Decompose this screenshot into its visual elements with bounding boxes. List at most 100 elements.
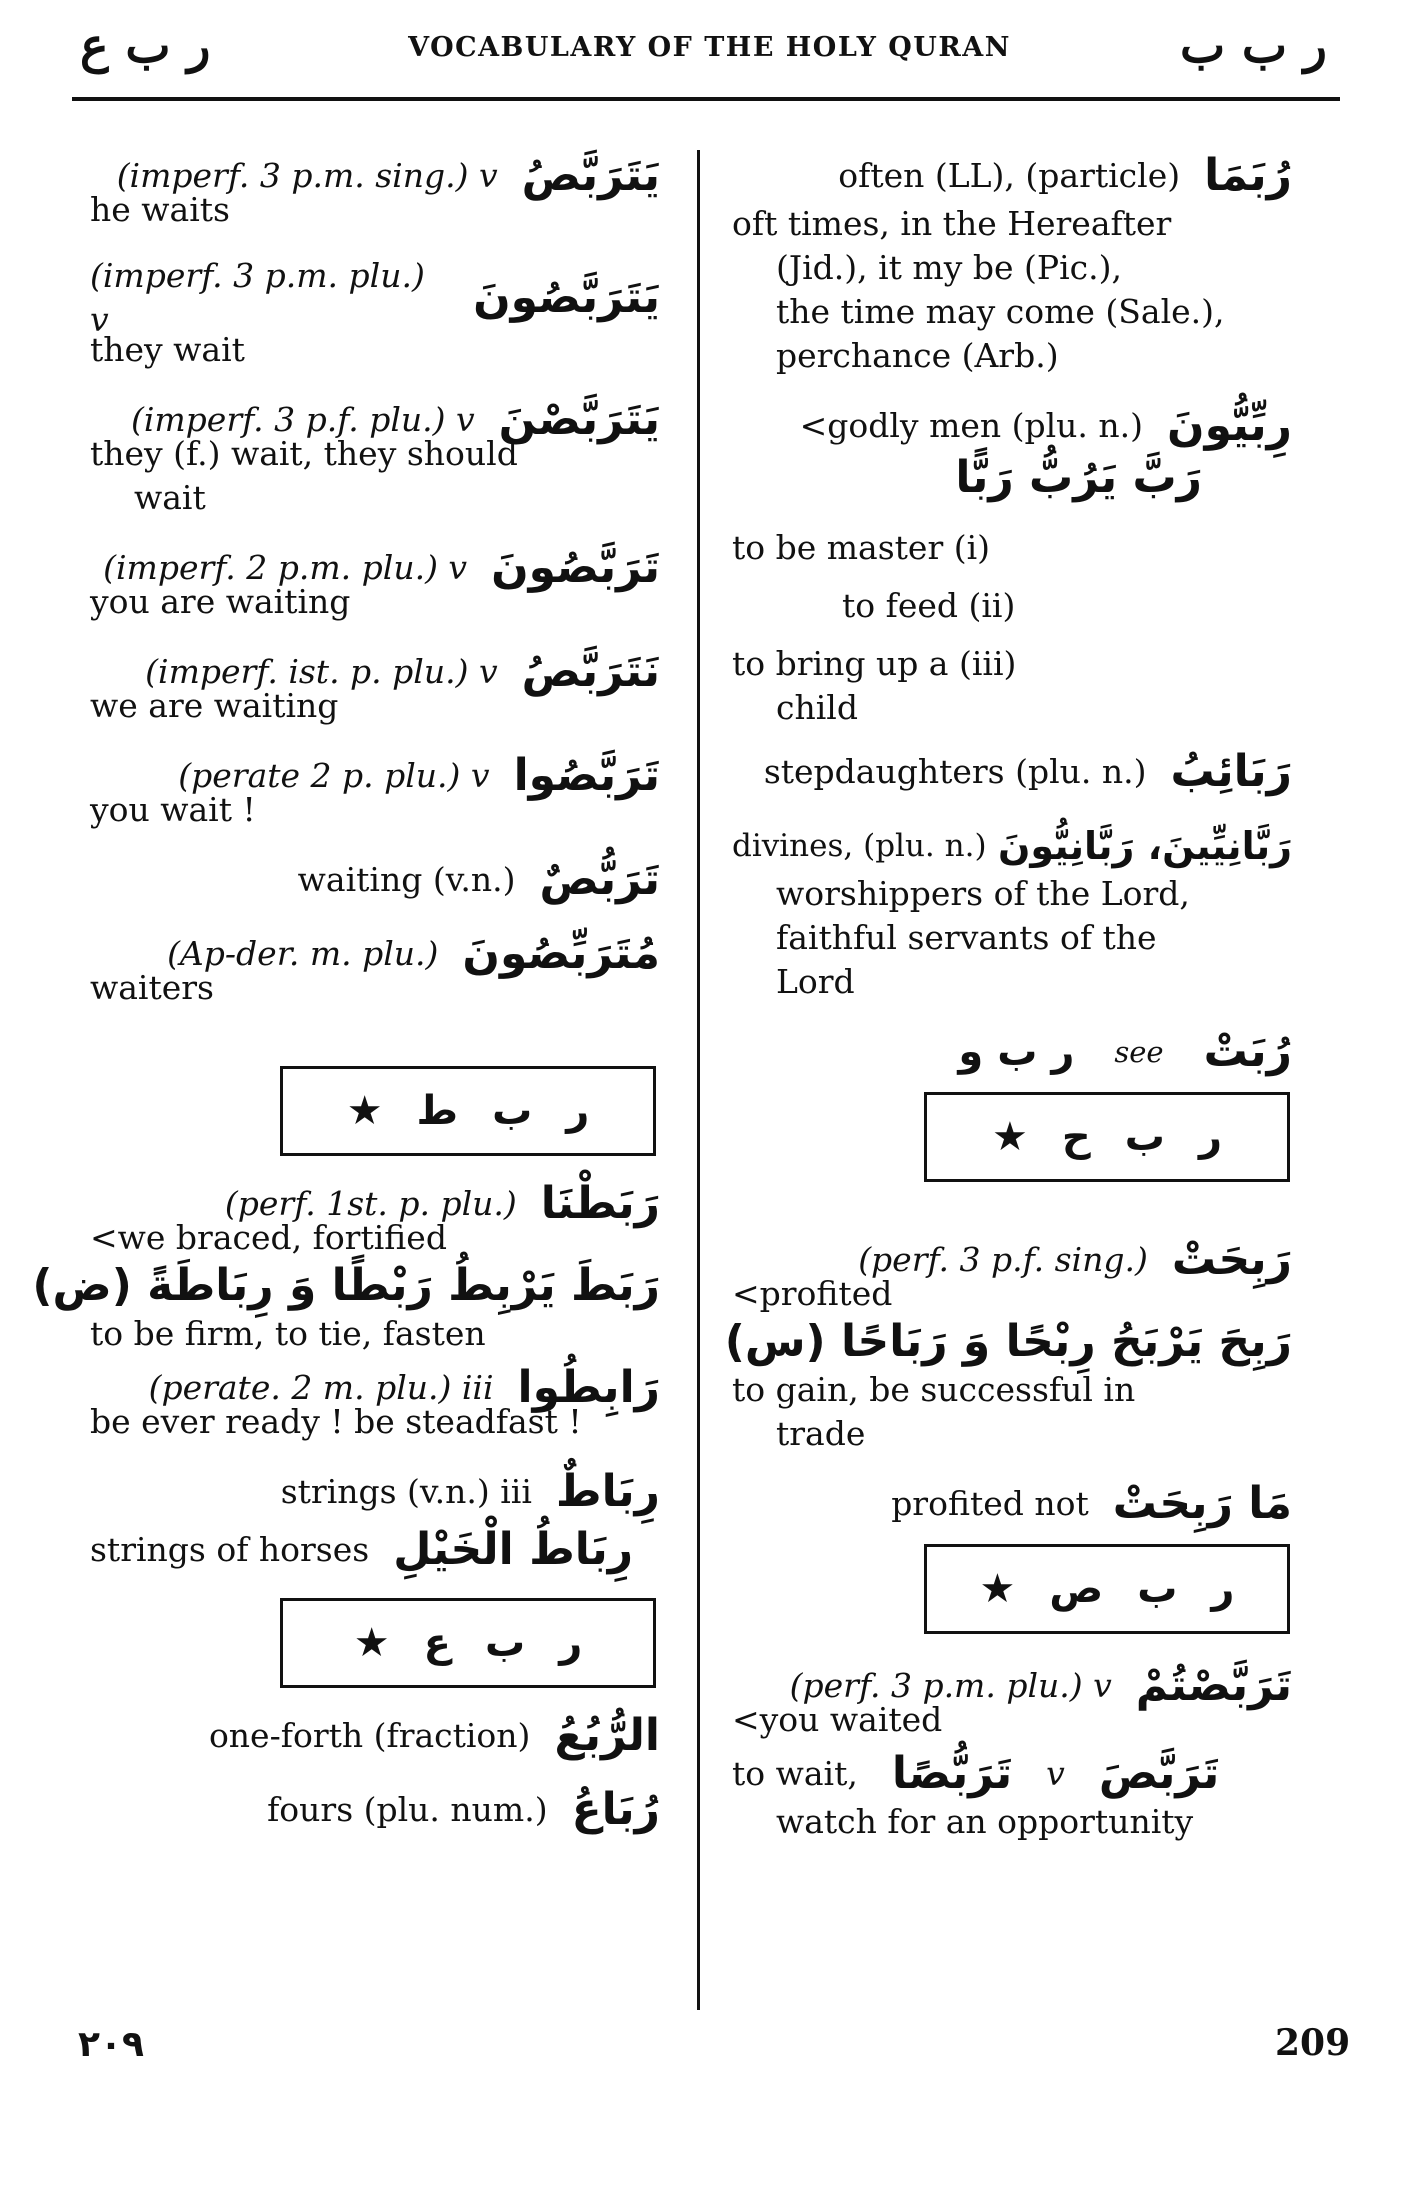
header-divider xyxy=(72,97,1340,101)
verb-meaning: to be firm, to tie, fasten xyxy=(90,1314,486,1353)
arabic-headword: تَرَبَّصُونَ xyxy=(491,542,660,593)
entry-rabaib: stepdaughters (plu. n.) رَبَائِبُ xyxy=(732,746,1292,798)
grammar: (perf. 3 p.f. sing.) xyxy=(858,1240,1148,1279)
arabic-headword: مَا رَبِحَتْ xyxy=(1112,1478,1292,1529)
meaning-bring-up: to bring up a (iii) xyxy=(732,644,1017,683)
entry-rubu: one-forth (fraction) الرُّبُعُ xyxy=(90,1710,660,1762)
arabic-headword: رُبَتْ xyxy=(1203,1026,1292,1077)
verb-meaning-continued: trade xyxy=(776,1414,866,1453)
meaning-continued: the time may come (Sale.), xyxy=(776,292,1225,331)
grammar: stepdaughters (plu. n.) xyxy=(763,752,1147,791)
root-box-rba: ر ب ع ★ xyxy=(280,1598,656,1688)
verb-forms: رَبَّ يَرُبُّ رَبًّا xyxy=(955,452,1202,503)
grammar: <godly men (plu. n.) xyxy=(799,406,1144,445)
meaning-continued: faithful servants of the xyxy=(776,918,1157,957)
meaning-feed: to feed (ii) xyxy=(842,586,1016,625)
grammar: divines, (plu. n.) xyxy=(732,828,987,864)
entry-tarabbasu: (perate 2 p. plu.) v تَرَبَّصُوا you wait… xyxy=(90,750,660,832)
root-letter: ر xyxy=(559,1620,583,1666)
header-root-right: ر ب ب xyxy=(1180,18,1327,74)
root-letter: ر xyxy=(1198,1114,1222,1160)
entry-ribatun: strings (v.n.) iii رِبَاطٌ xyxy=(90,1466,660,1518)
arabic-headword: مُتَرَبِّصُونَ xyxy=(462,928,660,979)
root-letter: ح xyxy=(1061,1114,1091,1160)
grammar: fours (plu. num.) xyxy=(267,1790,548,1829)
verbal-noun: تَرَبُّصًا xyxy=(891,1748,1013,1799)
meaning-continued: (Jid.), it my be (Pic.), xyxy=(776,248,1122,287)
meaning: be ever ready ! be steadfast ! xyxy=(90,1402,582,1441)
arabic-headword: رَبِحَتْ xyxy=(1171,1234,1292,1285)
arabic-headword: تَرَبَّصْتُمْ xyxy=(1135,1660,1292,1711)
entry-ma-rabihat: profited not مَا رَبِحَتْ xyxy=(732,1478,1292,1530)
meaning: oft times, in the Hereafter xyxy=(732,204,1172,243)
verb-form-marker: v xyxy=(1046,1754,1065,1793)
root-letter: ص xyxy=(1049,1566,1104,1612)
entry-ribat-al-khayl: strings of horses رِبَاطُ الْخَيْلِ xyxy=(90,1524,660,1576)
star-icon: ★ xyxy=(992,1114,1028,1160)
root-letter: ع xyxy=(423,1620,451,1666)
entry-tarabbastum: (perf. 3 p.m. plu.) v تَرَبَّصْتُمْ <you … xyxy=(732,1660,1292,1844)
grammar: (imperf. 3 p.m. plu.) v xyxy=(90,256,425,339)
grammar: one-forth (fraction) xyxy=(208,1716,531,1755)
right-column: often (LL), (particle) رُبَمَا oft times,… xyxy=(724,150,1292,1866)
verb-forms-row: to wait, تَرَبُّصًا v تَرَبَّصَ xyxy=(732,1748,1292,1800)
arabic-headword: يَتَرَبَّصْنَ xyxy=(498,394,660,445)
arabic-headword: يَتَرَبَّصُونَ xyxy=(473,272,660,323)
root-letter: ب xyxy=(1124,1114,1165,1160)
arabic-headword: رُبَاعُ xyxy=(571,1784,660,1835)
page-number-arabic: ٢٠٩ xyxy=(78,2024,144,2065)
see-label: see xyxy=(1114,1035,1164,1069)
arabic-headword: نَتَرَبَّصُ xyxy=(521,646,660,697)
entry-rabihat: (perf. 3 p.f. sing.) رَبِحَتْ <profited ر… xyxy=(724,1234,1292,1456)
entry-rabitu: (perate. 2 m. plu.) iii رَابِطُوا be ever… xyxy=(90,1362,660,1444)
root-letter: ر xyxy=(566,1088,590,1134)
entry-natarabbasu: (imperf. ist. p. plu.) v نَتَرَبَّصُ we a… xyxy=(90,646,660,728)
root-box-rbh: ر ب ح ★ xyxy=(924,1092,1290,1182)
grammar: profited not xyxy=(891,1484,1089,1523)
meaning-child: child xyxy=(776,688,858,727)
arabic-headword: رِبَاطٌ xyxy=(555,1466,660,1517)
entry-yatarabbasna: (imperf. 3 p.f. plu.) v يَتَرَبَّصْنَ the… xyxy=(90,394,660,520)
page-number: 209 xyxy=(1275,2022,1351,2064)
star-icon: ★ xyxy=(979,1566,1016,1612)
see-reference: ر ب و xyxy=(958,1029,1075,1075)
root-box-rbs: ر ب ص ★ xyxy=(924,1544,1290,1634)
arabic-headword: رَبَّانِيِّينَ، رَبَّانِيُّونَ xyxy=(997,824,1292,868)
root-letter: ط xyxy=(416,1088,459,1134)
entry-yatarabbasuna: (imperf. 3 p.m. plu.) v يَتَرَبَّصُونَ th… xyxy=(90,254,660,372)
entry-ribbiyyuna: <godly men (plu. n.) رِبِّيُّونَ رَبَّ يَ… xyxy=(732,400,1292,504)
entry-rabatna: (perf. 1st. p. plu.) رَبَطْنَا <we braced… xyxy=(32,1178,660,1356)
verb-meaning: to gain, be successful in xyxy=(732,1370,1136,1409)
arabic-headword: الرُّبُعُ xyxy=(554,1710,660,1761)
arabic-headword: رُبَمَا xyxy=(1204,150,1292,201)
grammar: strings (v.n.) iii xyxy=(280,1472,532,1511)
meaning-continued: wait xyxy=(134,478,206,517)
meaning-continued: Lord xyxy=(776,962,855,1001)
arabic-headword: رِبَاطُ الْخَيْلِ xyxy=(393,1524,634,1575)
verb-forms: رَبِحَ يَرْبَحُ رِبْحًا وَ رَبَاحًا (س) xyxy=(724,1316,1292,1367)
grammar: strings of horses xyxy=(90,1530,370,1569)
verb-forms: رَبَطَ يَرْبِطُ رَبْطًا وَ رِبَاطَةً (ض) xyxy=(32,1260,660,1311)
root-letter: ب xyxy=(484,1620,526,1666)
arabic-headword: يَتَرَبَّصُ xyxy=(521,150,660,201)
verb-meaning: to wait, xyxy=(732,1754,858,1793)
grammar: waiting (v.n.) xyxy=(297,860,516,899)
entry-rabbaniyyun: divines, (plu. n.) رَبَّانِيِّينَ، رَبَّا… xyxy=(732,820,1292,1004)
grammar: often (LL), (particle) xyxy=(838,156,1181,195)
verb-meaning-continued: watch for an opportunity xyxy=(776,1802,1194,1841)
arabic-headword: رَبَطْنَا xyxy=(540,1178,660,1229)
entry-mutarabbisuna: (Ap-der. m. plu.) مُتَرَبِّصُونَ waiters xyxy=(90,928,660,1010)
meaning-master: to be master (i) xyxy=(732,528,991,567)
arabic-headword: رَبَائِبُ xyxy=(1170,746,1292,797)
star-icon: ★ xyxy=(353,1620,390,1666)
entry-yatarabbasu: (imperf. 3 p.m. sing.) v يَتَرَبَّصُ he w… xyxy=(90,150,660,232)
star-icon: ★ xyxy=(346,1088,383,1134)
column-divider xyxy=(697,150,700,2010)
entry-tarabbusun: waiting (v.n.) تَرَبُّصٌ xyxy=(90,854,660,906)
arabic-headword: تَرَبُّصٌ xyxy=(539,854,660,905)
entry-rubaa: fours (plu. num.) رُبَاعُ xyxy=(90,1784,660,1836)
meaning-continued: worshippers of the Lord, xyxy=(776,874,1190,913)
entry-rubat: ر ب و see رُبَتْ xyxy=(732,1026,1292,1078)
left-column: (imperf. 3 p.m. sing.) v يَتَرَبَّصُ he w… xyxy=(32,150,660,1858)
entry-rubama: often (LL), (particle) رُبَمَا oft times,… xyxy=(732,150,1292,378)
